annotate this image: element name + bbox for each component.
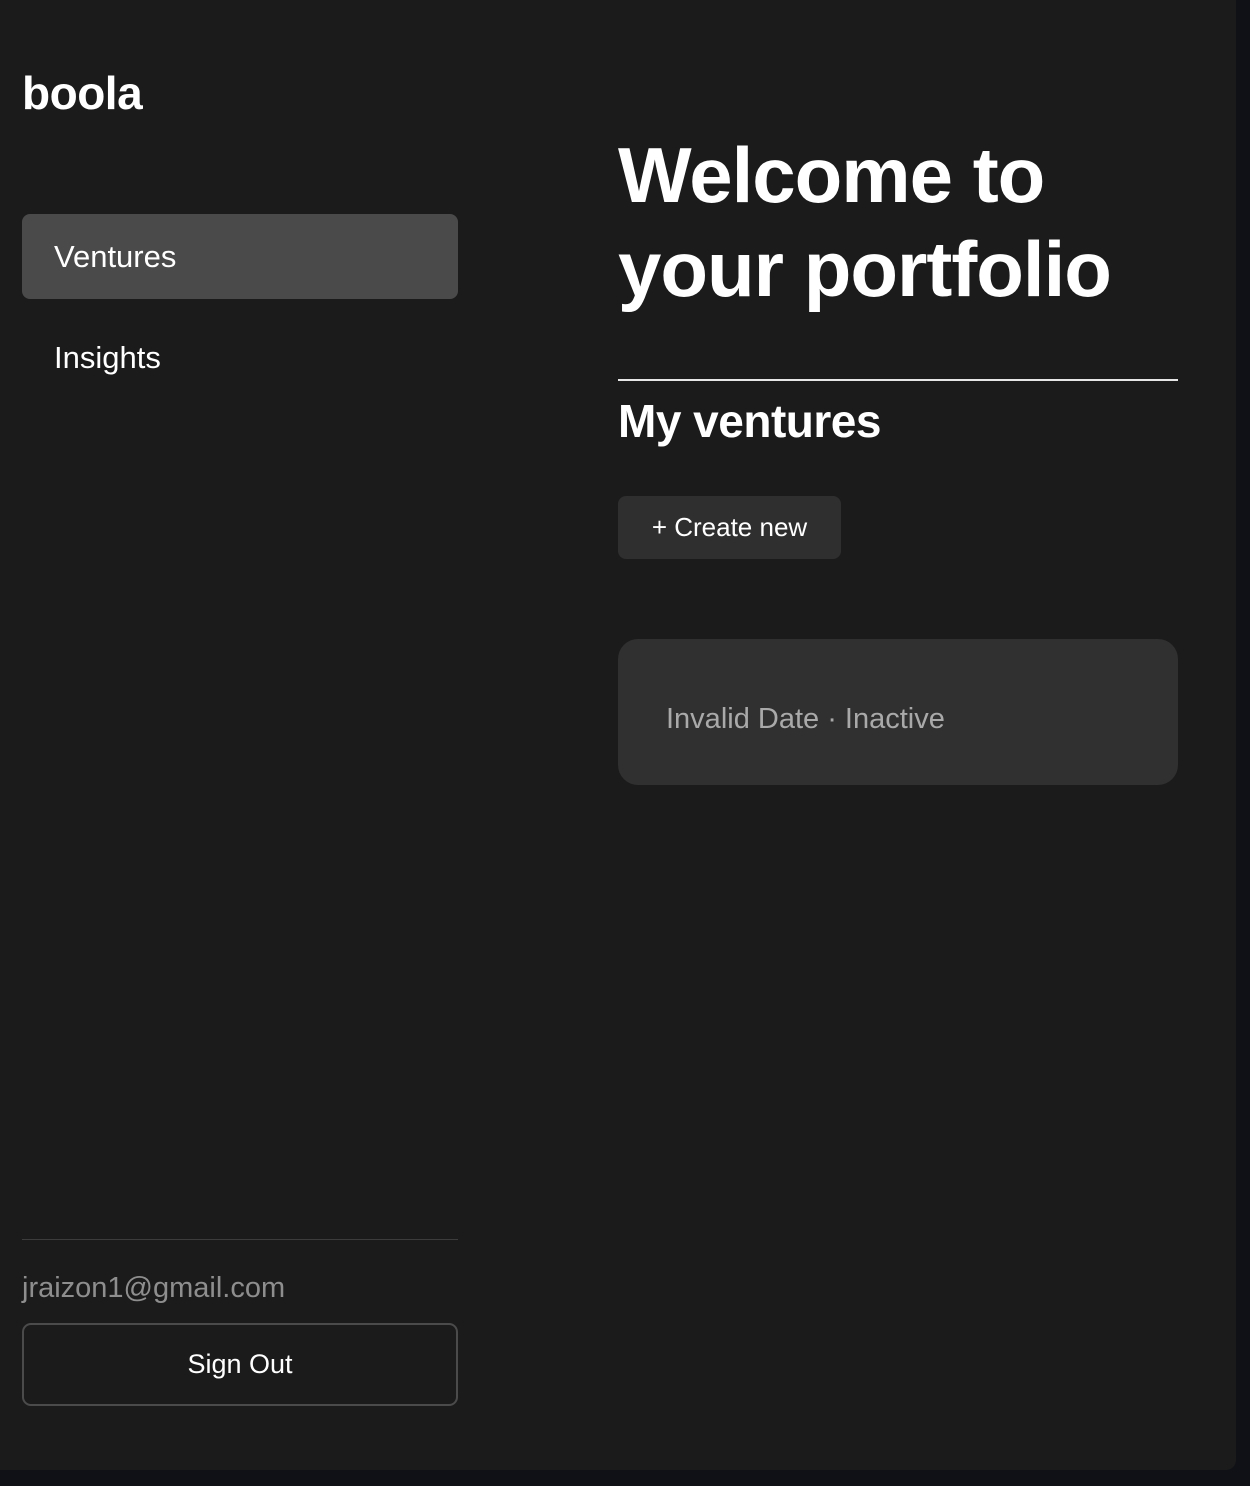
sidebar-item-label: Ventures (54, 238, 177, 274)
page-title: Welcome to your portfolio (618, 131, 1112, 313)
sidebar-item-insights[interactable]: Insights (22, 315, 458, 400)
main-content: Welcome to your portfolio My ventures + … (618, 0, 1178, 1470)
section-title: My ventures (618, 395, 881, 447)
app-window: boola Ventures Insights jraizon1@gmail.c… (0, 0, 1236, 1470)
sidebar: boola Ventures Insights jraizon1@gmail.c… (22, 0, 458, 1470)
create-new-button[interactable]: + Create new (618, 496, 841, 559)
brand-logo[interactable]: boola (22, 66, 143, 120)
section-divider (618, 379, 1178, 381)
sidebar-item-ventures[interactable]: Ventures (22, 214, 458, 299)
sidebar-divider (22, 1239, 458, 1240)
venture-card[interactable]: Invalid Date · Inactive (618, 639, 1178, 785)
user-email: jraizon1@gmail.com (22, 1272, 286, 1304)
sign-out-button[interactable]: Sign Out (22, 1323, 458, 1406)
sidebar-item-label: Insights (54, 339, 161, 375)
venture-meta: Invalid Date · Inactive (666, 703, 945, 735)
